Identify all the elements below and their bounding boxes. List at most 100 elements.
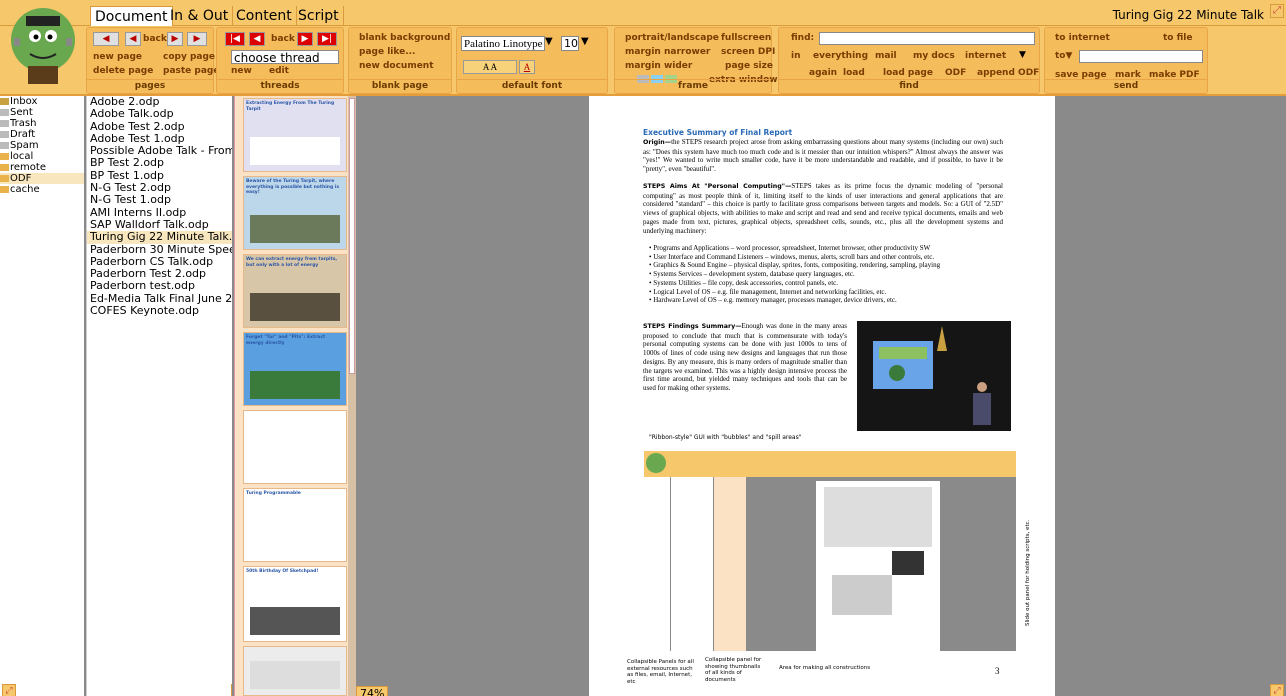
send-to-dropdown[interactable]: to▼ (1055, 51, 1072, 61)
folder-odf[interactable]: ODF (0, 173, 84, 184)
bullet-item: • Hardware Level of OS – e.g. memory man… (643, 296, 1003, 305)
page-thumbnail[interactable]: 50th Birthday Of Sketchpad! (243, 566, 347, 642)
page-like-button[interactable]: page like... (359, 47, 415, 57)
folder-sent[interactable]: Sent (0, 107, 84, 118)
blank-background-button[interactable]: blank background (359, 33, 450, 43)
scrollbar-thumb[interactable] (349, 98, 355, 374)
first-page-icon[interactable]: ◀ (93, 32, 119, 46)
expand-icon[interactable]: ⤢ (231, 684, 232, 696)
aims-paragraph: STEPS Aims At "Personal Computing"—STEPS… (643, 182, 1003, 235)
folder-trash[interactable]: Trash (0, 118, 84, 129)
expand-icon[interactable]: ⤢ (2, 684, 16, 696)
my-docs-button[interactable]: my docs (913, 51, 955, 61)
choose-thread-select[interactable]: choose thread (231, 50, 339, 64)
frame-group: portrait/landscape fullscreen margin nar… (614, 27, 778, 94)
document-list-item[interactable]: Turing Gig 22 Minute Talk.odp (87, 230, 232, 244)
new-document-button[interactable]: new document (359, 61, 434, 71)
send-to-file-button[interactable]: to file (1163, 33, 1192, 43)
page-thumbnail[interactable]: Beware of the Turing Tarpit, where every… (243, 176, 347, 250)
page-size-button[interactable]: page size (725, 61, 773, 71)
delete-page-button[interactable]: delete page (93, 66, 153, 76)
font-family-select[interactable]: Palatino Linotype (461, 36, 545, 51)
thumbnail-scrollbar[interactable] (348, 96, 356, 696)
document-list-item[interactable]: Paderborn 30 Minute Speech.o (87, 243, 232, 256)
page-thumbnail[interactable]: Turing Programmable (243, 488, 347, 562)
mail-button[interactable]: mail (875, 51, 897, 61)
origin-paragraph: Origin—the STEPS research project arose … (643, 138, 1003, 174)
edit-thread-button[interactable]: edit (269, 66, 289, 76)
send-to-input[interactable] (1079, 50, 1203, 63)
findings-paragraph: STEPS Findings Summary—Enough was done i… (643, 322, 847, 393)
default-font-group-title: default font (457, 79, 607, 91)
font-size-increase-icon[interactable]: A A (463, 60, 517, 74)
page-thumbnail[interactable] (243, 410, 347, 484)
chevron-down-icon[interactable]: ▼ (1019, 50, 1026, 60)
folder-cache[interactable]: cache (0, 184, 84, 195)
tab-script[interactable]: Script (294, 6, 344, 26)
forward-arrow-icon[interactable]: ▶ (167, 32, 183, 46)
folder-label: Draft (10, 129, 36, 140)
expand-icon[interactable]: ⤢ (1270, 684, 1284, 696)
portrait-landscape-button[interactable]: portrait/landscape (625, 33, 719, 43)
margin-narrower-button[interactable]: margin narrower (625, 47, 710, 57)
new-page-button[interactable]: new page (93, 52, 142, 62)
odf-button[interactable]: ODF (945, 68, 966, 78)
find-input[interactable] (819, 32, 1035, 45)
find-again-button[interactable]: again (809, 68, 837, 78)
folder-remote[interactable]: remote (0, 162, 84, 173)
font-color-icon[interactable]: A (519, 60, 535, 74)
zoom-level[interactable]: 74% (356, 686, 389, 696)
document-list-item[interactable]: Adobe Talk.odp (87, 107, 232, 120)
thread-last-icon[interactable]: ▶| (317, 32, 337, 46)
screen-dpi-button[interactable]: screen DPI (721, 47, 775, 57)
folder-inbox[interactable]: Inbox (0, 96, 84, 107)
everything-button[interactable]: everything (813, 51, 868, 61)
folder-draft[interactable]: Draft (0, 129, 84, 140)
thread-forward-icon[interactable]: ▶ (297, 32, 313, 46)
constructions-caption: Area for making all constructions (779, 665, 871, 671)
last-page-icon[interactable]: ▶ (187, 32, 207, 46)
thread-back-icon[interactable]: ◀ (249, 32, 265, 46)
thumbnail-image (250, 293, 340, 321)
chevron-down-icon[interactable]: ▼ (545, 36, 553, 47)
append-odf-button[interactable]: append ODF (977, 68, 1039, 78)
document-list-item[interactable]: N-G Test 1.odp (87, 194, 232, 207)
load-page-button[interactable]: load page (883, 68, 933, 78)
margin-wider-button[interactable]: margin wider (625, 61, 692, 71)
folder-local[interactable]: local (0, 151, 84, 162)
font-size-field[interactable]: 10 (561, 36, 579, 51)
thumbnails-caption: Collapsible panel for showing thumbnails… (705, 657, 762, 683)
tab-content[interactable]: Content (232, 6, 297, 26)
document-list-item[interactable]: BP Test 2.odp (87, 157, 232, 170)
page-thumbnail[interactable]: Extracting Energy From The Turing Tarpit (243, 98, 347, 172)
document-list-item[interactable]: COFES Keynote.odp (87, 304, 232, 317)
folder-label: Spam (10, 140, 39, 151)
folder-icon (0, 142, 9, 149)
folder-panel: Inbox Sent Trash Draft Spam local remote ODF cac… (0, 96, 84, 696)
side-caption: Slide out panel for holding scripts, etc… (1025, 519, 1031, 626)
folder-label: ODF (10, 173, 32, 184)
send-group: to internet to file to▼ save page mark m… (1044, 27, 1208, 94)
fullscreen-button[interactable]: fullscreen (721, 33, 771, 43)
send-to-internet-button[interactable]: to internet (1055, 33, 1110, 43)
new-thread-button[interactable]: new (231, 66, 252, 76)
page-thumbnail[interactable]: We can extract energy from tarpits, but … (243, 254, 347, 328)
tab-in-out[interactable]: In & Out (166, 6, 234, 26)
copy-page-button[interactable]: copy page (163, 52, 215, 62)
thread-back-button[interactable]: back (271, 34, 295, 44)
document-list-item[interactable]: Paderborn test.odp (87, 280, 232, 293)
folder-spam[interactable]: Spam (0, 140, 84, 151)
page-thumbnail[interactable] (243, 646, 347, 696)
back-button[interactable]: back (143, 34, 167, 44)
thread-first-icon[interactable]: |◀ (225, 32, 245, 46)
folder-icon (0, 175, 9, 182)
chevron-down-icon[interactable]: ▼ (581, 36, 589, 47)
findings-text: Enough was done in the many areas propos… (643, 322, 847, 392)
tab-document[interactable]: Document (90, 6, 173, 26)
back-arrow-icon[interactable]: ◀ (125, 32, 141, 46)
load-button[interactable]: load (843, 68, 865, 78)
paste-page-button[interactable]: paste page (163, 66, 219, 76)
expand-icon[interactable]: ⤢ (1270, 4, 1284, 18)
page-thumbnail[interactable]: Forget "Tar" and "Pits": Extract energy … (243, 332, 347, 406)
internet-button[interactable]: internet (965, 51, 1006, 61)
